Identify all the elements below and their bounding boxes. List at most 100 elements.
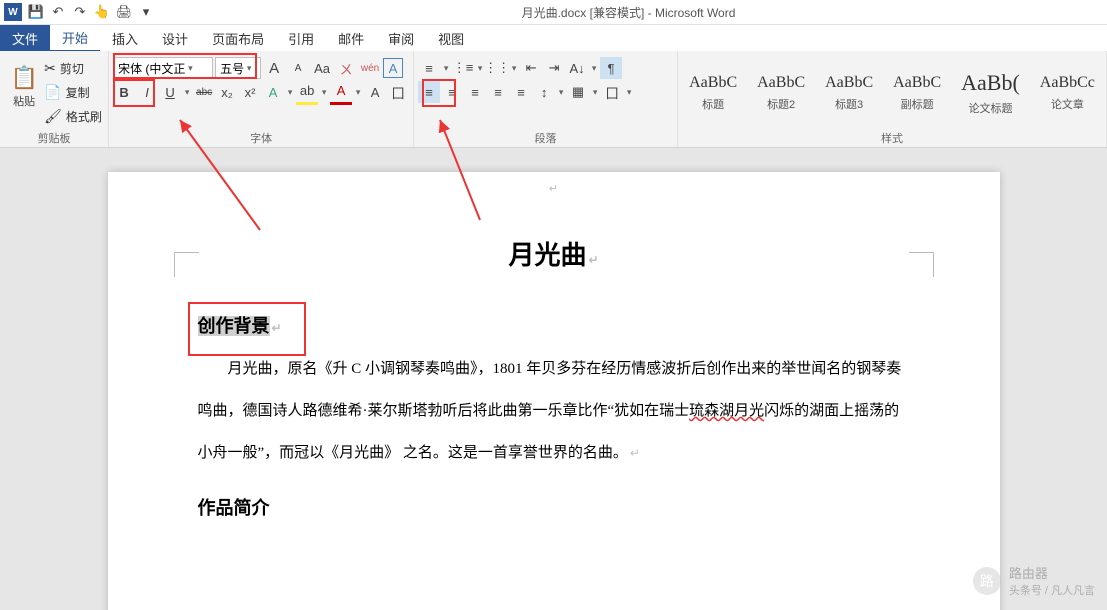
chevron-down-icon[interactable]: ▾ — [182, 87, 192, 98]
title-bar: W 💾 ↶ ↷ 👆 🖨 ▾ 月光曲.docx [兼容模式] - Microsof… — [0, 0, 1107, 25]
chevron-down-icon[interactable]: ▾ — [624, 87, 634, 98]
strikethrough-button[interactable]: abc — [193, 81, 215, 103]
italic-button[interactable]: I — [136, 81, 158, 103]
tab-mail[interactable]: 邮件 — [326, 25, 376, 51]
align-center-button[interactable]: ≡ — [441, 81, 463, 103]
chevron-down-icon[interactable]: ▾ — [353, 87, 363, 98]
align-justify-button[interactable]: ≡ — [487, 81, 509, 103]
cut-icon: ✂ — [44, 60, 56, 77]
increase-indent-button[interactable]: ⇥ — [543, 57, 565, 79]
group-paragraph: ≡▾ ⋮≡▾ ⋮⋮▾ ⇤ ⇥ A↓▾ ¶ ≡ ≡ ≡ ≡ ≡ ↕▾ ▦▾ 囗▾ … — [414, 51, 678, 147]
align-left-button[interactable]: ≡ — [418, 81, 440, 103]
redo-icon[interactable]: ↷ — [72, 4, 88, 20]
text-effects-button[interactable]: A — [262, 81, 284, 103]
style-item-3[interactable]: AaBbC 副标题 — [884, 71, 950, 115]
doc-paragraph: 月光曲，原名《升 C 小调钢琴奏鸣曲》，1801 年贝多芬在经历情感波折后创作出… — [198, 348, 910, 474]
document-canvas[interactable]: ↵ 月光曲↵ 创作背景↵ 月光曲，原名《升 C 小调钢琴奏鸣曲》，1801 年贝… — [0, 148, 1107, 610]
tab-design[interactable]: 设计 — [150, 25, 200, 51]
multilevel-button[interactable]: ⋮⋮ — [486, 57, 508, 79]
undo-icon[interactable]: ↶ — [50, 4, 66, 20]
distribute-button[interactable]: ≡ — [510, 81, 532, 103]
style-name: 标题2 — [767, 96, 795, 112]
ribbon-tabs: 文件 开始 插入 设计 页面布局 引用 邮件 审阅 视图 — [0, 25, 1107, 51]
bullets-button[interactable]: ≡ — [418, 57, 440, 79]
style-name: 论文标题 — [968, 100, 1012, 116]
tab-file[interactable]: 文件 — [0, 25, 50, 51]
cut-button[interactable]: ✂剪切 — [44, 57, 102, 79]
page-margin-marks — [198, 252, 910, 253]
sort-button[interactable]: A↓ — [566, 57, 588, 79]
numbering-button[interactable]: ⋮≡ — [452, 57, 474, 79]
style-name: 副标题 — [901, 96, 934, 112]
font-color-button[interactable]: A — [330, 80, 352, 105]
chevron-down-icon[interactable]: ▾ — [590, 87, 600, 98]
window-title: 月光曲.docx [兼容模式] - Microsoft Word — [154, 4, 1103, 21]
chevron-down-icon[interactable]: ▾ — [285, 87, 295, 98]
watermark-logo-icon: 路 — [973, 567, 1001, 595]
line-spacing-button[interactable]: ↕ — [533, 81, 555, 103]
chevron-down-icon[interactable]: ▾ — [556, 87, 566, 98]
group-label-font: 字体 — [250, 129, 272, 147]
ribbon: 📋 粘贴 ✂剪切 📄复制 🖌格式刷 剪贴板 宋体 (中文正▾ 五号▾ A A A… — [0, 51, 1107, 148]
group-clipboard: 📋 粘贴 ✂剪切 📄复制 🖌格式刷 剪贴板 — [0, 51, 109, 147]
style-name: 论文章 — [1051, 96, 1084, 112]
chevron-down-icon[interactable]: ▾ — [319, 87, 329, 98]
clear-format-button[interactable]: ㄨ — [335, 57, 357, 79]
touch-mode-icon[interactable]: 👆 — [94, 4, 110, 20]
chevron-down-icon[interactable]: ▾ — [509, 63, 519, 74]
border-button[interactable]: 囗 — [601, 81, 623, 103]
style-preview: AaBbC — [893, 74, 941, 92]
paste-label: 粘贴 — [13, 93, 35, 109]
decrease-indent-button[interactable]: ⇤ — [520, 57, 542, 79]
superscript-button[interactable]: x² — [239, 81, 261, 103]
tab-references[interactable]: 引用 — [276, 25, 326, 51]
tab-review[interactable]: 审阅 — [376, 25, 426, 51]
copy-button[interactable]: 📄复制 — [44, 81, 102, 103]
chevron-down-icon[interactable]: ▾ — [589, 63, 599, 74]
style-preview: AaBb( — [961, 70, 1020, 96]
group-font: 宋体 (中文正▾ 五号▾ A A Aa ㄨ wén A B I U ▾ abc … — [109, 51, 414, 147]
save-icon[interactable]: 💾 — [28, 4, 44, 20]
change-case-button[interactable]: Aa — [311, 57, 333, 79]
doc-subheading-1: 创作背景↵ — [198, 312, 910, 338]
highlight-button[interactable]: ab — [296, 80, 318, 105]
style-preview: AaBbC — [825, 74, 873, 92]
style-item-5[interactable]: AaBbCc 论文章 — [1031, 71, 1104, 115]
tab-insert[interactable]: 插入 — [100, 25, 150, 51]
underline-button[interactable]: U — [159, 81, 181, 103]
style-item-4[interactable]: AaBb( 论文标题 — [952, 67, 1029, 119]
group-label-clipboard: 剪贴板 — [38, 129, 71, 147]
font-family-select[interactable]: 宋体 (中文正▾ — [113, 57, 213, 79]
style-item-0[interactable]: AaBbC标题 — [680, 71, 746, 115]
watermark: 路 路由器 头条号 / 凡人凡言 — [973, 563, 1095, 598]
group-label-paragraph: 段落 — [535, 129, 557, 147]
shrink-font-button[interactable]: A — [287, 57, 309, 79]
chevron-down-icon[interactable]: ▾ — [441, 63, 451, 74]
grow-font-button[interactable]: A — [263, 57, 285, 79]
page: ↵ 月光曲↵ 创作背景↵ 月光曲，原名《升 C 小调钢琴奏鸣曲》，1801 年贝… — [108, 172, 1000, 610]
style-preview: AaBbCc — [1040, 74, 1095, 92]
phonetic-guide-button[interactable]: wén — [359, 57, 381, 79]
shading-button[interactable]: ▦ — [567, 81, 589, 103]
char-border-button[interactable]: A — [383, 58, 403, 78]
circled-char-button[interactable]: A — [364, 81, 386, 103]
chevron-down-icon: ▾ — [185, 63, 195, 74]
style-item-1[interactable]: AaBbC标题2 — [748, 71, 814, 115]
tab-layout[interactable]: 页面布局 — [200, 25, 276, 51]
font-size-select[interactable]: 五号▾ — [215, 57, 261, 79]
paste-button[interactable]: 📋 粘贴 — [6, 57, 42, 117]
subscript-button[interactable]: x₂ — [216, 81, 238, 103]
word-app-icon[interactable]: W — [4, 3, 22, 21]
bold-button[interactable]: B — [113, 81, 135, 103]
align-right-button[interactable]: ≡ — [464, 81, 486, 103]
char-shading-button[interactable]: 囗 — [387, 81, 409, 103]
tab-view[interactable]: 视图 — [426, 25, 476, 51]
show-marks-button[interactable]: ¶ — [600, 57, 622, 79]
tab-home[interactable]: 开始 — [50, 24, 100, 52]
quick-print-icon[interactable]: 🖨 — [116, 4, 132, 20]
doc-subheading-2: 作品简介 — [198, 494, 910, 520]
style-item-2[interactable]: AaBbC标题3 — [816, 71, 882, 115]
copy-icon: 📄 — [44, 84, 61, 101]
qat-more-icon[interactable]: ▾ — [138, 4, 154, 20]
format-painter-button[interactable]: 🖌格式刷 — [44, 105, 102, 127]
